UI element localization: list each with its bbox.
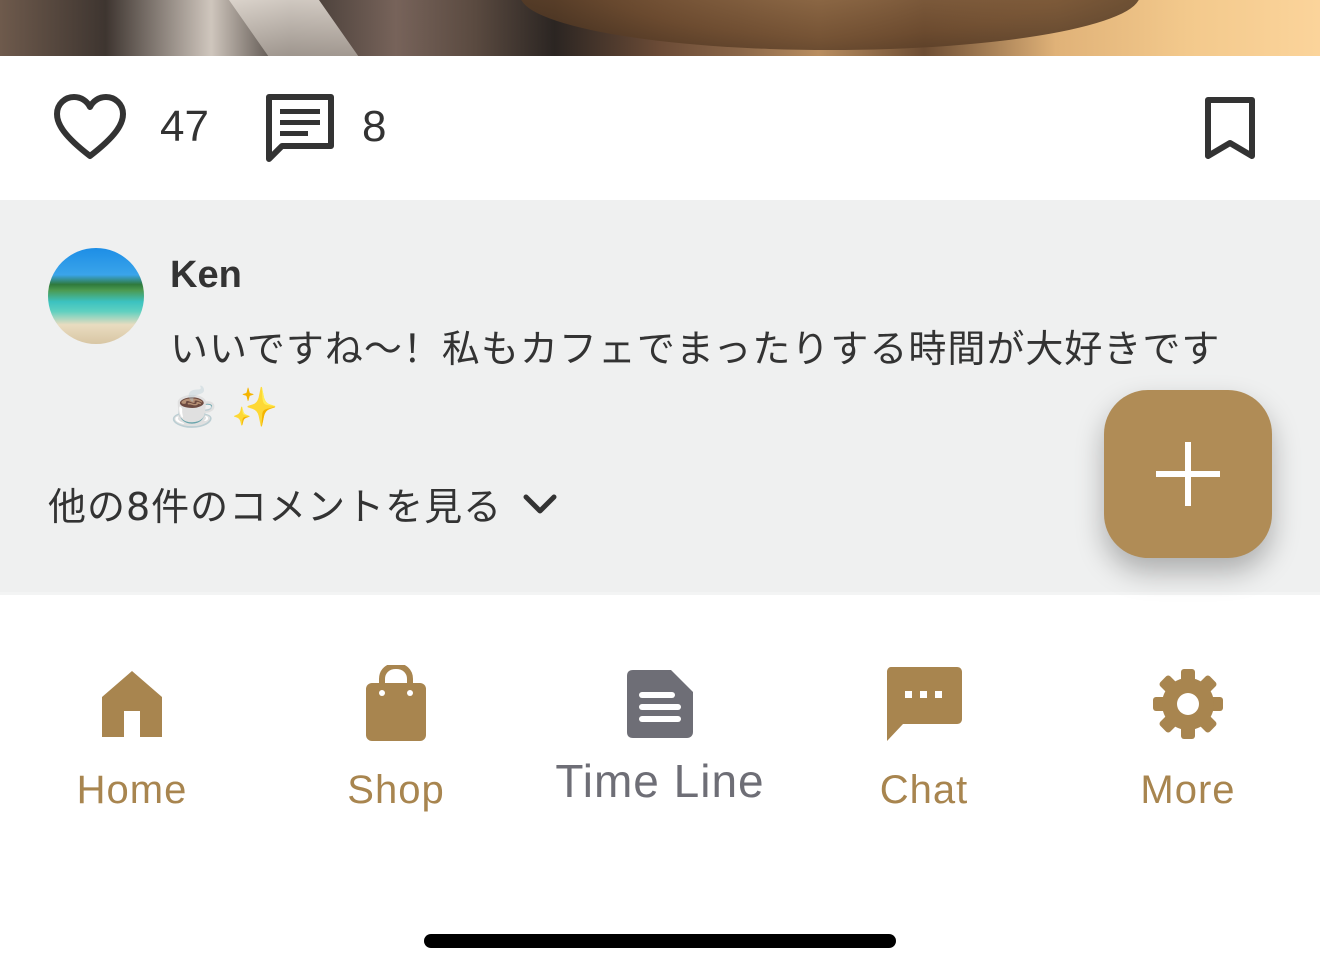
shopping-bag-icon <box>366 665 426 741</box>
avatar[interactable] <box>48 248 144 344</box>
plus-icon <box>1156 442 1220 506</box>
image-detail <box>520 0 1140 50</box>
post-actions-bar: 47 8 <box>0 56 1320 200</box>
chevron-down-icon <box>523 494 557 513</box>
nav-item-shop[interactable]: Shop <box>264 664 528 813</box>
comment-author[interactable]: Ken <box>170 254 242 297</box>
divider <box>0 592 1320 595</box>
nav-label-shop: Shop <box>347 768 445 812</box>
nav-item-home[interactable]: Home <box>0 664 264 813</box>
bookmark-button[interactable] <box>1204 96 1256 164</box>
like-count: 47 <box>160 102 209 151</box>
gear-icon <box>1153 669 1223 739</box>
comment-button[interactable]: 8 <box>264 92 386 162</box>
nav-label-timeline: Time Line <box>555 755 765 807</box>
nav-item-more[interactable]: More <box>1056 664 1320 813</box>
document-icon <box>627 670 693 738</box>
view-more-comments-button[interactable]: 他の8件のコメントを見る <box>48 476 558 531</box>
heart-icon <box>54 94 126 159</box>
nav-item-timeline[interactable]: Time Line <box>528 664 792 808</box>
bookmark-icon <box>1205 97 1255 159</box>
home-icon <box>102 671 162 737</box>
bottom-nav: Home Shop Time Line Chat More <box>0 600 1320 860</box>
home-indicator[interactable] <box>424 934 896 948</box>
comment-count: 8 <box>362 102 387 151</box>
nav-label-chat: Chat <box>879 768 969 812</box>
nav-label-more: More <box>1140 768 1236 812</box>
app-screen: 47 8 Ken いいですね〜！私もカフェでまったりする時間が大好きです☕️ ✨… <box>0 0 1320 973</box>
nav-item-chat[interactable]: Chat <box>792 664 1056 813</box>
chat-icon <box>887 667 962 741</box>
post-image[interactable] <box>0 0 1320 56</box>
nav-label-home: Home <box>76 768 188 812</box>
like-button[interactable]: 47 <box>54 94 209 160</box>
add-post-button[interactable] <box>1104 390 1272 558</box>
comment-icon <box>266 94 334 162</box>
comment-text: いいですね〜！私もカフェでまったりする時間が大好きです☕️ ✨ <box>170 327 1221 429</box>
view-more-comments-label: 他の8件のコメントを見る <box>48 485 503 529</box>
image-detail <box>221 0 369 56</box>
